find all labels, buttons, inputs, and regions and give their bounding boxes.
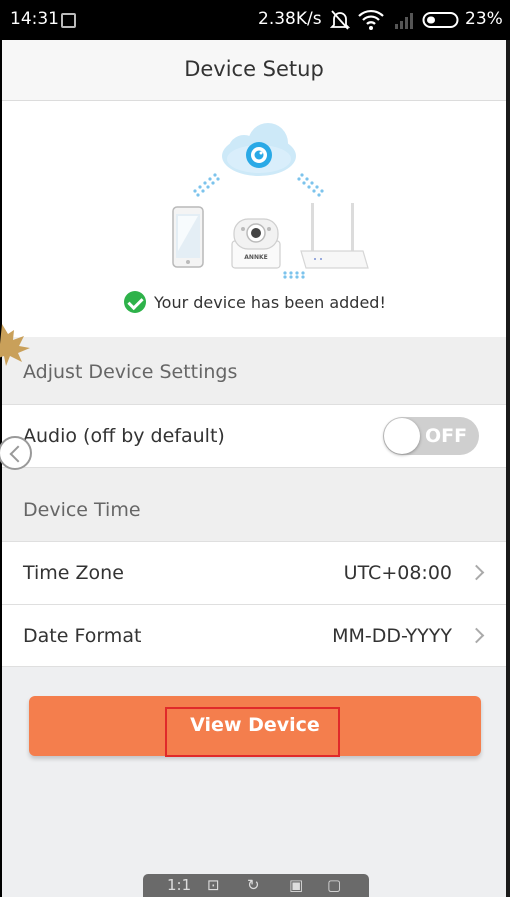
status-time: 14:31: [10, 9, 59, 29]
nav-bar: Device Setup: [2, 40, 506, 101]
gallery-notification-icon: [61, 13, 76, 28]
time-zone-label: Time Zone: [23, 562, 124, 584]
save-icon[interactable]: ▣: [289, 876, 303, 894]
maple-leaf-icon: [0, 324, 30, 366]
date-format-value: MM-DD-YYYY: [332, 625, 452, 647]
signal-icon: [395, 13, 413, 29]
toggle-state-label: OFF: [425, 425, 468, 447]
audio-setting-row: Audio (off by default) OFF: [2, 404, 506, 467]
date-format-label: Date Format: [23, 625, 142, 647]
device-added-status: Your device has been added!: [124, 290, 386, 314]
section-title: Adjust Device Settings: [23, 361, 238, 383]
device-added-illustration: ANNKE Your device has been added!: [2, 101, 506, 337]
page-title: Device Setup: [184, 57, 324, 81]
wifi-icon: [358, 9, 384, 30]
fit-screen-icon[interactable]: ⊡: [207, 876, 220, 894]
camera-brand: ANNKE: [244, 254, 267, 261]
toggle-knob: [384, 418, 420, 454]
window-edge: [506, 40, 510, 897]
fullscreen-icon[interactable]: ▢: [327, 876, 341, 894]
section-adjust-settings: Adjust Device Settings: [2, 337, 506, 404]
view-device-button[interactable]: View Device: [29, 696, 481, 757]
router-icon: [300, 203, 369, 269]
date-format-row[interactable]: Date Format MM-DD-YYYY: [2, 604, 506, 667]
time-zone-value: UTC+08:00: [343, 562, 452, 584]
section-title: Device Time: [23, 499, 141, 521]
cloud-icon: [222, 123, 296, 176]
device-added-message: Your device has been added!: [154, 292, 386, 312]
audio-label: Audio (off by default): [23, 425, 225, 447]
chevron-right-icon: [468, 627, 485, 644]
image-viewer-toolbar: 1:1 ⊡ ↻ ▣ ▢: [143, 874, 369, 897]
rotate-icon[interactable]: ↻: [247, 876, 260, 894]
battery-percent: 23%: [465, 9, 503, 29]
network-speed: 2.38K/s: [258, 9, 322, 29]
audio-toggle[interactable]: OFF: [383, 417, 479, 455]
app-screen: Device Setup ANNKE Your device has been …: [2, 40, 506, 897]
chevron-right-icon: [468, 564, 485, 581]
section-device-time: Device Time: [2, 467, 506, 541]
checkmark-icon: [124, 291, 146, 313]
battery-icon: [422, 12, 459, 28]
view-device-label: View Device: [190, 714, 320, 736]
status-bar: 14:31 2.38K/s 23%: [0, 0, 510, 40]
smartphone-icon: [172, 206, 204, 268]
time-zone-row[interactable]: Time Zone UTC+08:00: [2, 541, 506, 604]
actual-size-button[interactable]: 1:1: [167, 876, 191, 894]
mute-icon: [330, 10, 350, 30]
